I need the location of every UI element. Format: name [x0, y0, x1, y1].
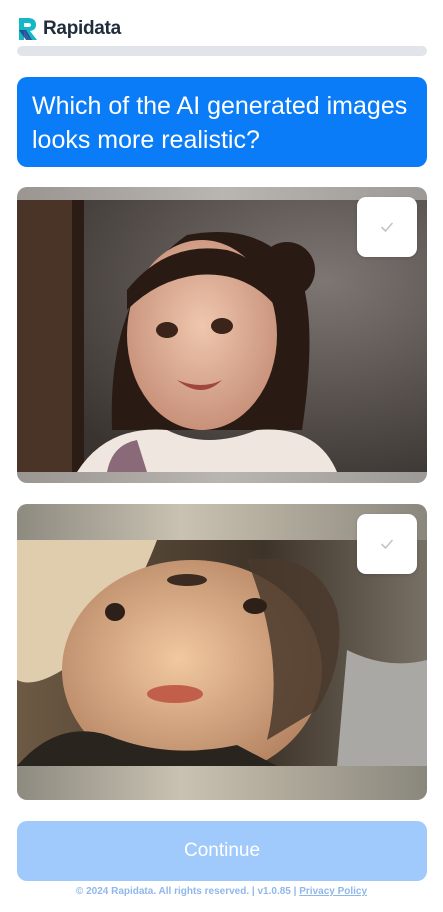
privacy-policy-link[interactable]: Privacy Policy — [299, 886, 367, 897]
image-option-1[interactable] — [17, 187, 427, 483]
checkmark-icon — [381, 539, 393, 549]
checkmark-icon — [381, 222, 393, 232]
version-text: v1.0.85 — [257, 886, 291, 897]
select-checkbox-1[interactable] — [357, 197, 417, 257]
header: Rapidata — [17, 14, 121, 44]
footer-separator: | — [293, 886, 297, 897]
brand-name: Rapidata — [43, 18, 121, 39]
image-option-2[interactable] — [17, 504, 427, 800]
footer: © 2024 Rapidata. All rights reserved. | … — [0, 886, 443, 897]
select-checkbox-2[interactable] — [357, 514, 417, 574]
footer-separator: | — [251, 886, 255, 897]
question-prompt: Which of the AI generated images looks m… — [17, 77, 427, 167]
continue-button[interactable]: Continue — [17, 821, 427, 881]
rapidata-logo-icon — [19, 18, 37, 40]
copyright-text: © 2024 Rapidata. All rights reserved. — [75, 886, 250, 897]
progress-bar — [17, 46, 427, 56]
